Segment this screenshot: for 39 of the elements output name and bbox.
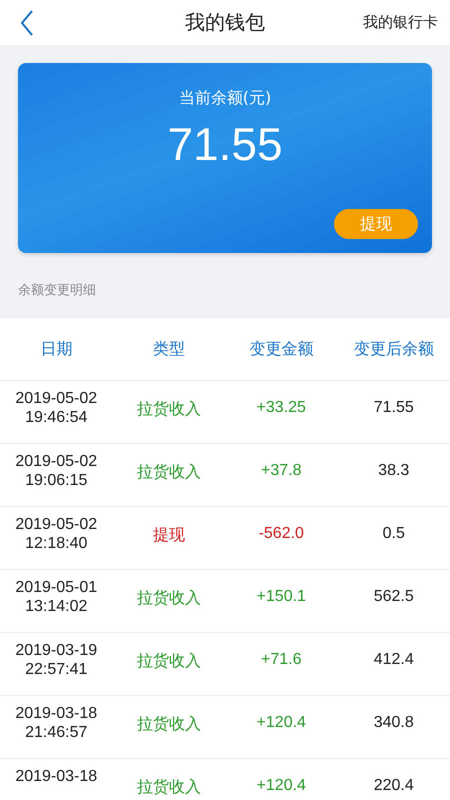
amount-cell-text: +150.1 xyxy=(256,588,307,606)
balance-cell-text: 220.4 xyxy=(372,777,415,795)
column-header: 类型 xyxy=(152,340,186,360)
column-header: 日期 xyxy=(39,340,74,360)
date-cell-text: 2019-05-02 19:46:54 xyxy=(14,389,98,428)
balance-cell-text: 340.8 xyxy=(372,714,415,732)
balance-amount: 71.55 xyxy=(167,117,283,171)
date-cell-text: 2019-03-19 22:57:41 xyxy=(14,641,98,680)
amount-cell-text: +37.8 xyxy=(260,462,302,480)
column-header: 变更后余额 xyxy=(352,340,435,360)
amount-cell-text: -562.0 xyxy=(258,525,305,543)
column-header: 变更金额 xyxy=(248,340,314,360)
amount-cell-text: +71.6 xyxy=(260,651,302,669)
balance-cell-text: 71.55 xyxy=(372,399,415,417)
amount-cell-text: +33.25 xyxy=(256,399,307,417)
type-cell-text: 拉货收入 xyxy=(136,652,202,672)
type-cell-text: 拉货收入 xyxy=(136,778,202,798)
date-cell-text: 2019-03-18 xyxy=(14,767,98,786)
balance-cell-text: 38.3 xyxy=(377,462,410,480)
date-cell-text: 2019-03-18 21:46:57 xyxy=(14,704,98,742)
balance-label: 当前余额(元) xyxy=(178,88,272,109)
type-cell-text: 拉货收入 xyxy=(136,588,202,609)
page-title: 我的钱包 xyxy=(185,9,265,36)
section-title: 余额变更明细 xyxy=(18,282,97,299)
type-cell-text: 提现 xyxy=(152,526,186,546)
type-cell-text: 拉货收入 xyxy=(136,714,202,735)
balance-cell-text: 412.4 xyxy=(372,651,415,669)
balance-cell-text: 562.5 xyxy=(372,588,415,606)
date-cell-text: 2019-05-01 13:14:02 xyxy=(14,578,98,616)
amount-cell-text: +120.4 xyxy=(256,714,307,732)
date-cell-text: 2019-05-02 19:06:15 xyxy=(14,452,98,490)
type-cell-text: 拉货收入 xyxy=(136,462,202,483)
balance-cell-text: 0.5 xyxy=(382,525,406,543)
type-cell-text: 拉货收入 xyxy=(136,400,202,420)
date-cell-text: 2019-05-02 12:18:40 xyxy=(14,515,98,554)
bank-card-link[interactable]: 我的银行卡 xyxy=(363,13,438,32)
back-button[interactable] xyxy=(20,8,34,36)
back-icon xyxy=(20,8,34,36)
amount-cell-text: +120.4 xyxy=(256,777,307,795)
